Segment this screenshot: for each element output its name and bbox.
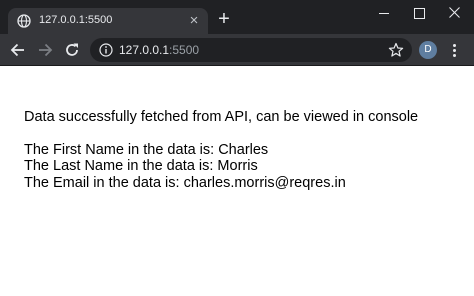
address-bar[interactable]: 127.0.0.1:5500 [90, 38, 412, 62]
first-name-line: The First Name in the data is: Charles [24, 142, 269, 158]
last-name-line: The Last Name in the data is: Morris [24, 158, 258, 174]
close-window-button[interactable] [437, 0, 473, 26]
tab-close-icon[interactable]: × [186, 13, 202, 29]
page-content: Data successfully fetched from API, can … [0, 66, 474, 296]
browser-tab[interactable]: 127.0.0.1:5500 × [8, 8, 208, 34]
url-host: 127.0.0.1 [119, 43, 170, 57]
email-line: The Email in the data is: charles.morris… [24, 175, 346, 191]
new-tab-button[interactable]: + [214, 9, 234, 29]
maximize-button[interactable] [401, 0, 437, 26]
tab-title: 127.0.0.1:5500 [39, 14, 113, 26]
more-menu-icon[interactable] [446, 42, 462, 58]
minimize-button[interactable] [366, 0, 402, 26]
forward-arrow-icon[interactable] [35, 40, 55, 60]
title-bar: 127.0.0.1:5500 × + [0, 0, 474, 34]
url-port: :5500 [169, 43, 200, 57]
globe-icon [17, 14, 31, 28]
reload-icon[interactable] [62, 40, 82, 60]
profile-avatar[interactable]: D [419, 41, 437, 59]
bookmark-star-icon[interactable] [388, 42, 404, 58]
browser-toolbar: 127.0.0.1:5500 D [0, 34, 474, 66]
info-icon[interactable] [99, 43, 113, 57]
status-message: Data successfully fetched from API, can … [24, 109, 419, 125]
back-arrow-icon[interactable] [8, 40, 28, 60]
close-icon [449, 7, 460, 18]
url-text[interactable]: 127.0.0.1:5500 [119, 43, 199, 57]
